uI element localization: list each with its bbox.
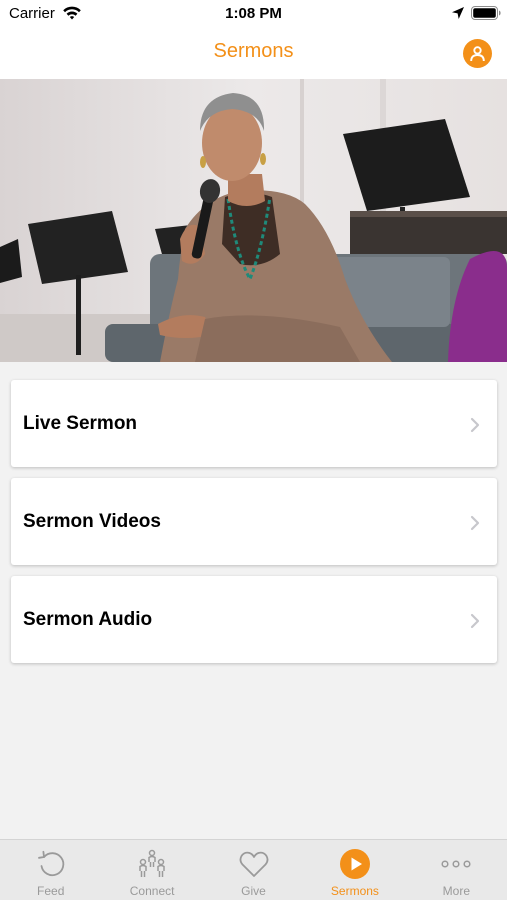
status-bar: Carrier 1:08 PM (0, 0, 507, 28)
more-icon (441, 860, 471, 868)
sermon-menu-list: Live Sermon Sermon Videos Sermon Audio (11, 380, 497, 674)
tab-more[interactable]: More (406, 840, 507, 900)
hero-image (0, 79, 507, 362)
tab-label: Give (241, 884, 266, 898)
heart-icon (239, 851, 268, 877)
chevron-right-icon (470, 417, 480, 433)
profile-button[interactable] (463, 39, 492, 68)
tab-label: Connect (129, 884, 175, 898)
tab-bar: Feed Connect Give Sermons More (0, 839, 507, 900)
chevron-right-icon (470, 613, 480, 629)
hero-photo (0, 79, 507, 362)
tab-label: Sermons (330, 884, 379, 898)
tab-give[interactable]: Give (203, 840, 304, 900)
chevron-right-icon (470, 515, 480, 531)
tab-feed[interactable]: Feed (0, 840, 101, 900)
status-time: 1:08 PM (225, 5, 282, 22)
menu-item-label: Sermon Videos (23, 511, 161, 532)
menu-item-label: Live Sermon (23, 413, 138, 434)
play-icon (339, 849, 370, 879)
people-icon (139, 849, 165, 877)
page-title: Sermons (213, 40, 294, 62)
menu-item-sermon-audio[interactable]: Sermon Audio (11, 576, 497, 663)
tab-connect[interactable]: Connect (101, 840, 202, 900)
menu-item-sermon-videos[interactable]: Sermon Videos (11, 478, 497, 565)
tab-label: Feed (37, 884, 65, 898)
menu-item-live-sermon[interactable]: Live Sermon (11, 380, 497, 467)
tab-label: More (442, 884, 470, 898)
nav-bar: Sermons (0, 28, 507, 79)
location-icon (452, 7, 464, 19)
person-icon (470, 46, 485, 62)
tab-sermons[interactable]: Sermons (304, 840, 405, 900)
battery-icon (471, 6, 501, 20)
refresh-icon (37, 850, 64, 877)
menu-item-label: Sermon Audio (23, 609, 153, 630)
